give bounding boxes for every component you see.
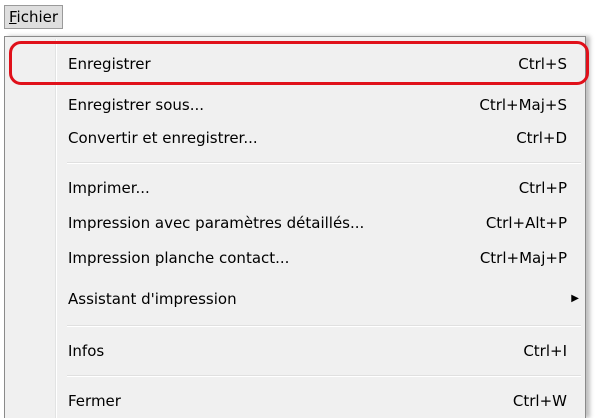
menu-fichier-label: ichier [16,8,59,26]
fichier-dropdown-menu: Enregistrer Ctrl+S Enregistrer sous... C… [4,36,586,418]
menu-item-shortcut: Ctrl+W [512,392,567,410]
menu-item-shortcut: Ctrl+Alt+P [485,214,567,232]
menu-item-enregistrer-sous[interactable]: Enregistrer sous... Ctrl+Maj+S [7,90,583,120]
menu-item-label: Impression planche contact... [68,249,290,267]
menu-item-label: Imprimer... [68,179,150,197]
menu-separator [67,325,581,327]
menu-item-shortcut: Ctrl+S [518,55,567,73]
menu-fichier[interactable]: Fichier [4,5,64,29]
menu-item-shortcut: Ctrl+P [518,179,567,197]
menu-item-shortcut: Ctrl+D [516,129,567,147]
chevron-right-icon: ▶ [571,293,579,304]
menu-item-fermer[interactable]: Fermer Ctrl+W [7,386,583,416]
menu-item-label: Enregistrer sous... [68,96,205,114]
menu-item-shortcut: Ctrl+Maj+P [479,249,567,267]
menu-item-assistant-impression[interactable]: Assistant d'impression ▶ [7,284,583,314]
menu-item-label: Fermer [68,392,121,410]
menu-separator [67,162,581,164]
menu-item-impression-planche-contact[interactable]: Impression planche contact... Ctrl+Maj+P [7,243,583,273]
menu-item-enregistrer[interactable]: Enregistrer Ctrl+S [7,49,583,79]
menu-item-label: Convertir et enregistrer... [68,129,258,147]
menu-fichier-mnemonic: F [9,8,17,26]
menu-item-label: Infos [68,342,105,360]
menu-item-impression-parametres-detailles[interactable]: Impression avec paramètres détaillés... … [7,208,583,238]
menu-bar: Fichier [0,0,598,36]
menu-item-label: Impression avec paramètres détaillés... [68,214,365,232]
menu-item-shortcut: Ctrl+Maj+S [479,96,567,114]
menu-item-imprimer[interactable]: Imprimer... Ctrl+P [7,173,583,203]
menu-item-shortcut: Ctrl+I [523,342,567,360]
menu-item-label: Assistant d'impression [68,290,237,308]
menu-item-label: Enregistrer [68,55,151,73]
menu-separator [67,375,581,377]
menu-item-convertir-et-enregistrer[interactable]: Convertir et enregistrer... Ctrl+D [7,123,583,153]
menu-item-infos[interactable]: Infos Ctrl+I [7,336,583,366]
